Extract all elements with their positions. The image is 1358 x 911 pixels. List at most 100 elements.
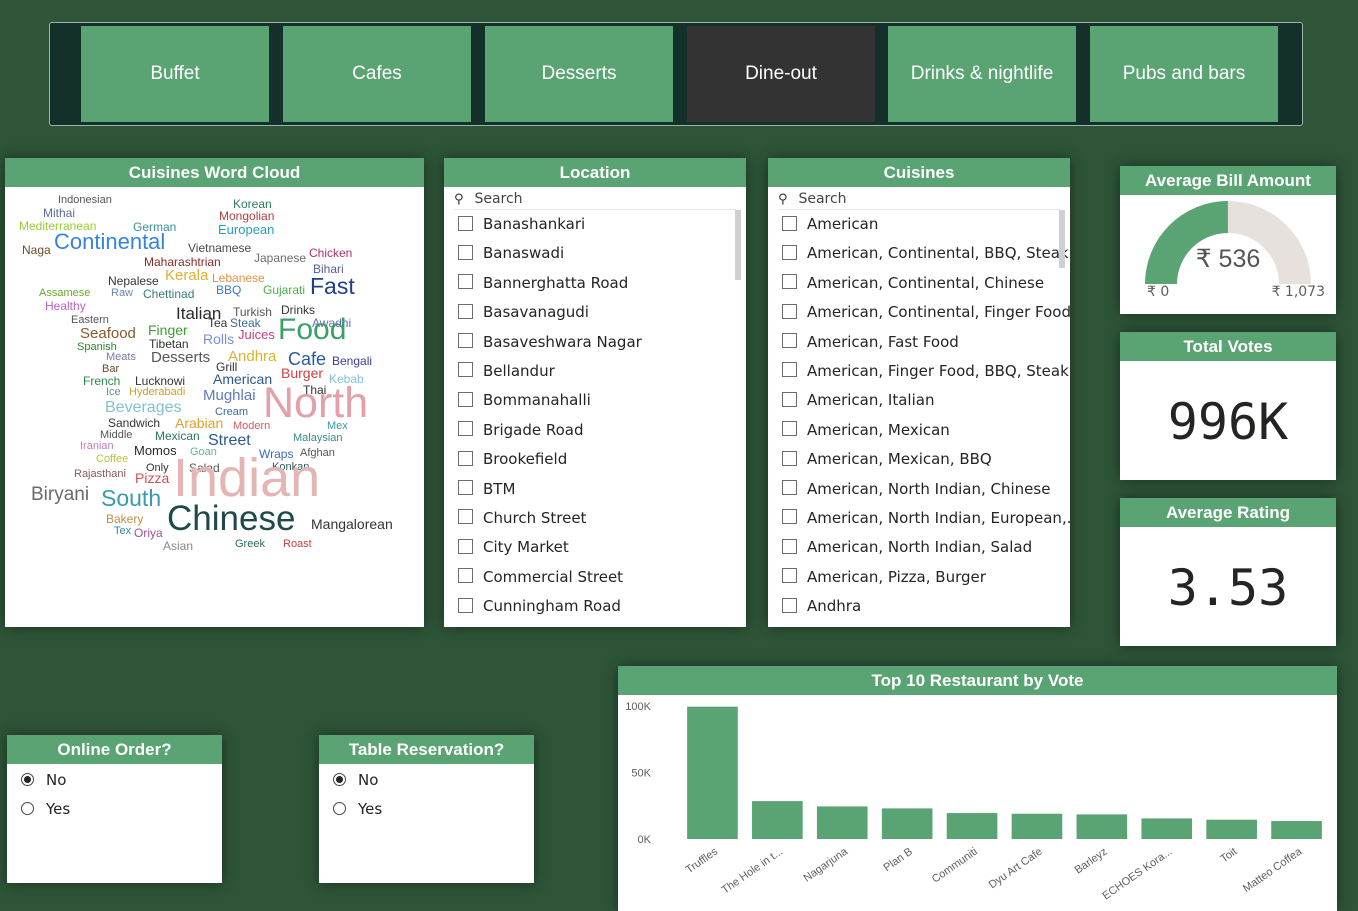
bar[interactable] <box>881 808 933 839</box>
online-order-option-no[interactable]: No <box>7 766 222 795</box>
word-cloud-word[interactable]: Malaysian <box>293 433 343 444</box>
word-cloud-word[interactable]: Chettinad <box>143 288 194 300</box>
location-item[interactable]: Brigade Road <box>444 416 746 445</box>
bar[interactable] <box>1076 814 1128 839</box>
cuisine-item[interactable]: American, North Indian, European,... <box>768 504 1070 533</box>
cuisines-search[interactable]: ⚲ Search <box>778 189 1060 210</box>
word-cloud-word[interactable]: South <box>101 487 161 510</box>
bar[interactable] <box>1271 821 1322 839</box>
tab-cafes[interactable]: Cafes <box>283 26 471 122</box>
cuisines-scrollbar[interactable] <box>1059 210 1065 268</box>
word-cloud-word[interactable]: Mughlai <box>203 388 256 403</box>
word-cloud-word[interactable]: Seafood <box>80 326 136 341</box>
word-cloud-word[interactable]: Sandwich <box>108 417 160 429</box>
word-cloud-word[interactable]: Continental <box>54 231 165 253</box>
checkbox-icon[interactable] <box>458 538 473 554</box>
checkbox-icon[interactable] <box>782 362 797 378</box>
word-cloud-word[interactable]: Momos <box>134 444 177 457</box>
location-item[interactable]: BTM <box>444 475 746 504</box>
word-cloud-word[interactable]: Chicken <box>309 247 352 259</box>
cuisine-item[interactable]: American, Continental, BBQ, Steak <box>768 239 1070 268</box>
location-item[interactable]: Basavanagudi <box>444 298 746 327</box>
cuisine-item[interactable]: American, Continental, Chinese <box>768 269 1070 298</box>
word-cloud-word[interactable]: Burger <box>281 366 323 380</box>
checkbox-icon[interactable] <box>782 450 797 466</box>
word-cloud-word[interactable]: Modern <box>233 421 270 432</box>
bar[interactable] <box>752 801 803 839</box>
checkbox-icon[interactable] <box>458 450 473 466</box>
word-cloud-word[interactable]: Rajasthani <box>74 469 126 480</box>
word-cloud-word[interactable]: Vietnamese <box>188 242 251 254</box>
checkbox-icon[interactable] <box>782 333 797 349</box>
checkbox-icon[interactable] <box>458 509 473 525</box>
word-cloud-word[interactable]: Fast <box>310 275 355 298</box>
location-item[interactable]: Banaswadi <box>444 239 746 268</box>
tab-buffet[interactable]: Buffet <box>81 26 269 122</box>
word-cloud-word[interactable]: Hyderabadi <box>129 387 185 398</box>
word-cloud-word[interactable]: Juices <box>238 328 275 341</box>
cuisine-item[interactable]: American, Mexican <box>768 416 1070 445</box>
location-item[interactable]: Bommanahalli <box>444 386 746 415</box>
cuisine-item[interactable]: American, North Indian, Salad <box>768 533 1070 562</box>
word-cloud-word[interactable]: Kerala <box>165 268 208 283</box>
location-item[interactable]: Church Street <box>444 504 746 533</box>
checkbox-icon[interactable] <box>458 568 473 584</box>
word-cloud-word[interactable]: Mex <box>327 421 348 432</box>
cuisine-item[interactable]: American, Mexican, BBQ <box>768 445 1070 474</box>
location-item[interactable]: City Market <box>444 533 746 562</box>
radio-icon[interactable] <box>333 801 346 815</box>
cuisine-item[interactable]: American, Italian <box>768 386 1070 415</box>
checkbox-icon[interactable] <box>458 597 473 613</box>
cuisine-item[interactable]: American, Pizza, Burger <box>768 563 1070 592</box>
bar[interactable] <box>1206 819 1257 839</box>
word-cloud-word[interactable]: Naga <box>22 244 51 256</box>
word-cloud-word[interactable]: Mongolian <box>219 210 274 222</box>
checkbox-icon[interactable] <box>458 303 473 319</box>
word-cloud-word[interactable]: Meats <box>106 352 136 363</box>
radio-selected-icon[interactable] <box>333 772 346 786</box>
checkbox-icon[interactable] <box>458 391 473 407</box>
cuisine-item[interactable]: Andhra <box>768 592 1070 621</box>
word-cloud-word[interactable]: Finger <box>148 323 188 337</box>
word-cloud-word[interactable]: North <box>263 382 368 425</box>
location-item[interactable]: Bannerghatta Road <box>444 269 746 298</box>
word-cloud-word[interactable]: Coffee <box>96 454 128 465</box>
tab-pubs-and-bars[interactable]: Pubs and bars <box>1090 26 1278 122</box>
word-cloud-word[interactable]: European <box>218 223 274 236</box>
word-cloud-word[interactable]: Pizza <box>135 471 169 485</box>
checkbox-icon[interactable] <box>782 244 797 260</box>
table-reservation-option-no[interactable]: No <box>319 766 534 795</box>
word-cloud-word[interactable]: Rolls <box>203 332 234 346</box>
word-cloud-word[interactable]: Iranian <box>80 441 114 452</box>
word-cloud-word[interactable]: Bengali <box>332 355 372 367</box>
checkbox-icon[interactable] <box>458 421 473 437</box>
checkbox-icon[interactable] <box>458 274 473 290</box>
checkbox-icon[interactable] <box>458 333 473 349</box>
checkbox-icon[interactable] <box>782 215 797 231</box>
online-order-option-yes[interactable]: Yes <box>7 795 222 824</box>
word-cloud-word[interactable]: Gujarati <box>263 284 305 296</box>
word-cloud-word[interactable]: Indian <box>173 451 320 505</box>
word-cloud-word[interactable]: Nepalese <box>108 275 159 287</box>
cuisine-item[interactable]: American, Finger Food, BBQ, Steak <box>768 357 1070 386</box>
word-cloud-word[interactable]: Raw <box>111 288 133 299</box>
bar[interactable] <box>1141 818 1193 839</box>
cuisine-item[interactable]: American, Fast Food <box>768 328 1070 357</box>
word-cloud-word[interactable]: Mangalorean <box>311 517 393 531</box>
table-reservation-option-yes[interactable]: Yes <box>319 795 534 824</box>
word-cloud-word[interactable]: Ice <box>106 387 121 398</box>
checkbox-icon[interactable] <box>782 568 797 584</box>
word-cloud-word[interactable]: Bakery <box>106 513 143 525</box>
word-cloud-word[interactable]: Healthy <box>45 300 86 312</box>
location-item[interactable]: Brookefield <box>444 445 746 474</box>
location-item[interactable]: Basaveshwara Nagar <box>444 328 746 357</box>
radio-selected-icon[interactable] <box>21 772 34 786</box>
checkbox-icon[interactable] <box>782 509 797 525</box>
word-cloud-word[interactable]: Indonesian <box>58 195 112 206</box>
checkbox-icon[interactable] <box>458 215 473 231</box>
location-search[interactable]: ⚲ Search <box>454 189 736 210</box>
location-item[interactable]: Commercial Street <box>444 563 746 592</box>
checkbox-icon[interactable] <box>782 391 797 407</box>
checkbox-icon[interactable] <box>458 362 473 378</box>
radio-icon[interactable] <box>21 801 34 815</box>
